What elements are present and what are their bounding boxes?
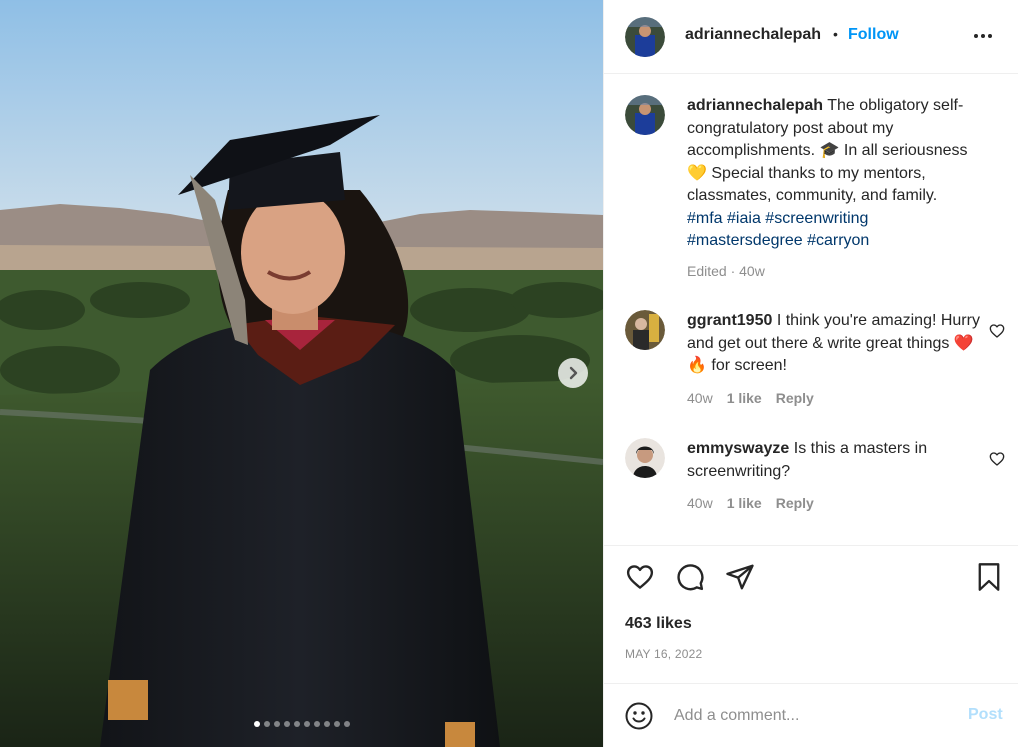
comment-item: ggrant1950 I think you're amazing! Hurry… [625,310,1005,410]
commenter-username[interactable]: ggrant1950 [687,312,772,329]
comment-item: emmyswayze Is this a masters in screenwr… [625,438,1005,528]
carousel-dot [343,721,350,727]
yellow-heart-emoji: 💛 [687,164,707,182]
emoji-picker-icon[interactable] [625,702,653,730]
carousel-indicator [0,721,603,727]
post-photo[interactable] [0,0,603,747]
hashtag[interactable]: #iaia [727,210,761,227]
carousel-dot [313,721,320,727]
follow-button[interactable]: Follow [848,26,899,44]
comments-list[interactable]: adriannechalepah The obligatory self-con… [604,75,1018,545]
carousel-next-button[interactable] [558,358,588,388]
carousel-dot [303,721,310,727]
carousel-dot [323,721,330,727]
author-avatar[interactable] [625,95,665,135]
author-username[interactable]: adriannechalepah [685,26,821,44]
like-comment-heart-icon[interactable] [989,323,1005,339]
carousel-dot [283,721,290,727]
caption-part: In all seriousness [843,142,968,159]
graduation-cap-emoji: 🎓 [819,142,840,159]
carousel-dot [293,721,300,727]
graduation-photo [0,0,603,747]
caption-meta: Edited · 40w [687,263,765,279]
carousel-dot [273,721,280,727]
author-avatar[interactable] [625,17,665,57]
add-comment-bar: Post [604,683,1018,747]
post-side-panel: adriannechalepah • Follow adriannechalep… [603,0,1018,747]
share-icon[interactable] [725,562,755,592]
post-comment-button[interactable]: Post [968,706,1003,724]
more-options-icon[interactable] [974,26,998,46]
comment-text: ggrant1950 I think you're amazing! Hurry… [687,310,987,378]
commenter-avatar[interactable] [625,438,665,478]
edited-timestamp: Edited · 40w [687,263,765,279]
comment-likes[interactable]: 1 like [727,495,762,511]
comment-part: for screen! [711,357,787,374]
reply-button[interactable]: Reply [776,390,814,406]
carousel-dot [263,721,270,727]
carousel-dot [333,721,340,727]
comment-age: 40w [687,390,713,406]
commenter-username[interactable]: emmyswayze [687,440,789,457]
comment-meta: 40w 1 like Reply [687,390,814,406]
caption-part: Special thanks to my mentors, classmates… [687,164,938,205]
comment-likes[interactable]: 1 like [727,390,762,406]
commenter-avatar[interactable] [625,310,665,350]
carousel-dot [253,721,260,727]
follow-separator: • [833,26,838,42]
caption-entry: adriannechalepah The obligatory self-con… [625,95,1005,285]
post-date: MAY 16, 2022 [625,647,703,661]
save-bookmark-icon[interactable] [975,562,1003,592]
hashtag[interactable]: #screenwriting [765,210,868,227]
hashtag[interactable]: #mastersdegree [687,232,803,249]
comment-icon[interactable] [675,562,705,592]
comment-input[interactable] [674,704,954,728]
caption-text: adriannechalepah The obligatory self-con… [687,95,987,253]
like-heart-icon[interactable] [625,562,655,592]
hashtag[interactable]: #carryon [807,232,869,249]
likes-count[interactable]: 463 likes [625,615,692,633]
comment-age: 40w [687,495,713,511]
hashtag[interactable]: #mfa [687,210,723,227]
chevron-right-icon [569,366,578,380]
post-actions: 463 likes MAY 16, 2022 [604,545,1018,683]
comment-meta: 40w 1 like Reply [687,495,814,511]
reply-button[interactable]: Reply [776,495,814,511]
comment-text: emmyswayze Is this a masters in screenwr… [687,438,987,483]
like-comment-heart-icon[interactable] [989,451,1005,467]
caption-username[interactable]: adriannechalepah [687,97,823,114]
post-header: adriannechalepah • Follow [604,0,1018,74]
